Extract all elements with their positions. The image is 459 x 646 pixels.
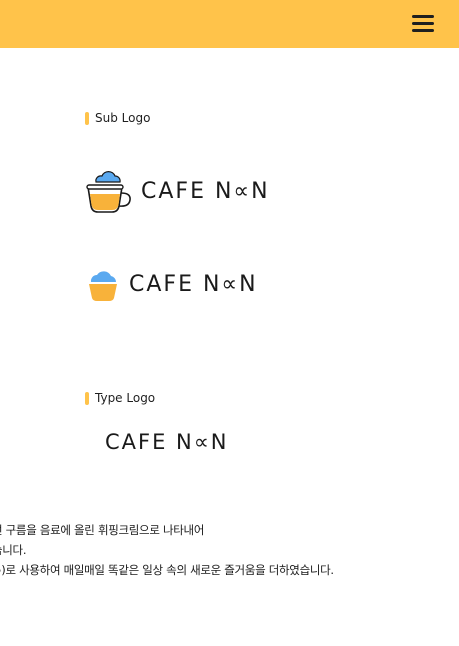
- cloud-logo-text: CAFE N∝N: [129, 271, 258, 297]
- hamburger-menu-icon[interactable]: [412, 14, 434, 34]
- cloud-cup-icon: [86, 171, 131, 213]
- sub-logo-heading: Sub Logo: [85, 111, 150, 125]
- type-logo-text: CAFE N∝N: [105, 430, 229, 454]
- description-line-1: 런 구름을 음료에 올린 휘핑크림으로 나타내어: [0, 523, 205, 537]
- type-logo: CAFE N∝N: [105, 430, 228, 454]
- type-logo-heading: Type Logo: [85, 391, 155, 405]
- accent-bar: [85, 111, 89, 125]
- menu-line: [412, 22, 434, 25]
- menu-line: [412, 29, 434, 32]
- cup-logo-text: CAFE N∝N: [141, 178, 270, 204]
- cloud-cup-simple-icon: [89, 271, 117, 301]
- accent-bar: [85, 391, 89, 405]
- cloud-logo: CAFE N∝N: [88, 266, 258, 302]
- top-bar: [0, 0, 459, 48]
- description-line-2: 습니다.: [0, 543, 27, 557]
- menu-line: [412, 15, 434, 18]
- sub-logo-label: Sub Logo: [95, 111, 151, 125]
- type-logo-label: Type Logo: [95, 391, 156, 405]
- cup-logo: CAFE N∝N: [86, 168, 270, 214]
- description-line-3: ∞)로 사용하여 매일매일 똑같은 일상 속의 새로운 즐거움을 더하였습니다.: [0, 563, 334, 577]
